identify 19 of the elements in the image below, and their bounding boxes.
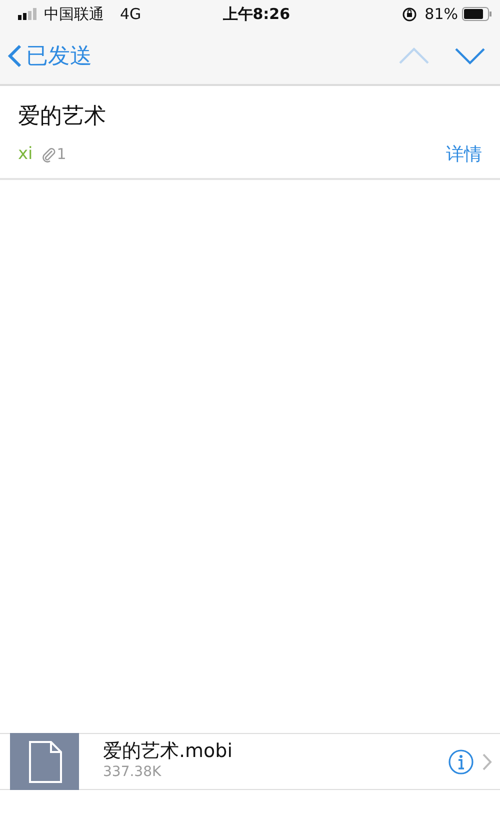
carrier-name: 中国联通	[44, 4, 104, 25]
file-name: 爱的艺术.mobi	[103, 740, 234, 762]
back-button[interactable]: 已发送	[8, 40, 92, 72]
file-size: 337.38K	[103, 763, 162, 782]
chevron-left-icon	[8, 44, 22, 68]
chevron-right-icon[interactable]	[482, 752, 492, 770]
battery-icon	[462, 7, 492, 21]
document-icon	[28, 740, 62, 782]
info-icon[interactable]	[448, 748, 474, 774]
attachment-count: 1	[56, 144, 66, 166]
clock-time: 上午8:26	[222, 4, 290, 25]
sender-name[interactable]: xi	[18, 142, 33, 168]
network-type: 4G	[120, 4, 142, 25]
email-subject: 爱的艺术	[18, 103, 107, 131]
battery-percent: 81%	[424, 4, 458, 25]
paperclip-icon	[40, 146, 57, 162]
details-link[interactable]: 详情	[446, 141, 482, 168]
rotation-lock-icon	[402, 6, 417, 22]
next-button[interactable]	[454, 45, 486, 67]
